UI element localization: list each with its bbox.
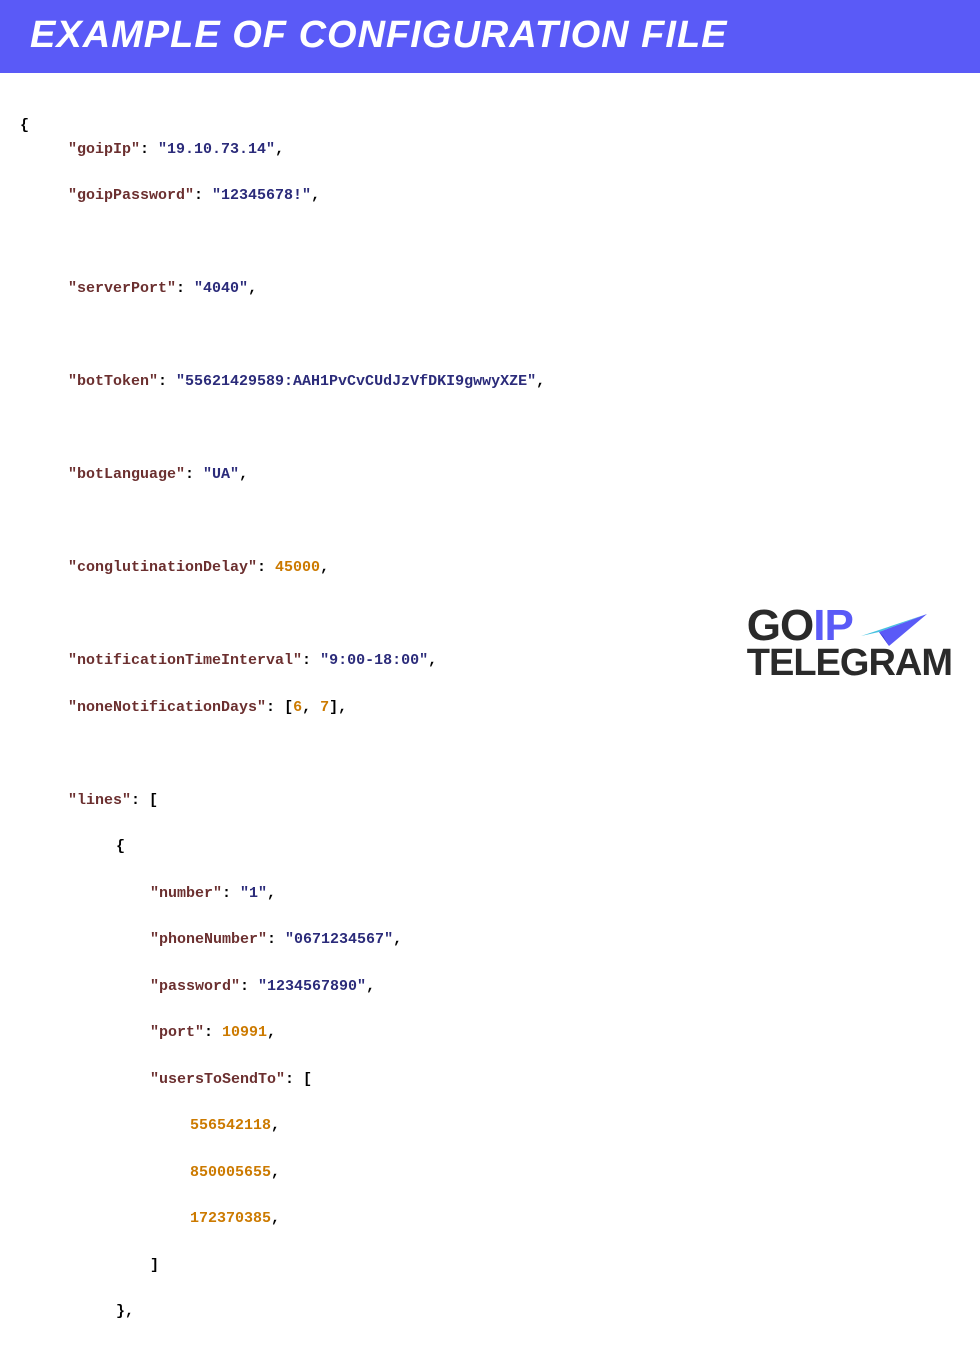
logo-text-telegram: TELEGRAM	[747, 646, 952, 680]
val-botToken: "55621429589:AAH1PvCvCUdJzVfDKI9gwwyXZE"	[176, 373, 536, 390]
val-notificationTimeInterval: "9:00-18:00"	[320, 652, 428, 669]
val-user-0: 556542118	[190, 1117, 271, 1134]
key-line-phoneNumber: "phoneNumber"	[150, 931, 267, 948]
key-lines: "lines"	[68, 792, 131, 809]
key-botToken: "botToken"	[68, 373, 158, 390]
val-noneDay-2: 7	[320, 699, 329, 716]
val-noneDay-1: 6	[293, 699, 302, 716]
val-user-2: 172370385	[190, 1210, 271, 1227]
bracket-open: [	[284, 699, 293, 716]
key-goipPassword: "goipPassword"	[68, 187, 194, 204]
val-line-phoneNumber: "0671234567"	[285, 931, 393, 948]
key-line-password: "password"	[150, 978, 240, 995]
val-goipIp: "19.10.73.14"	[158, 141, 275, 158]
val-line-port: 10991	[222, 1024, 267, 1041]
val-conglutinationDelay: 45000	[275, 559, 320, 576]
bracket-close: ]	[329, 699, 338, 716]
key-line-usersToSendTo: "usersToSendTo"	[150, 1071, 285, 1088]
val-goipPassword: "12345678!"	[212, 187, 311, 204]
key-notificationTimeInterval: "notificationTimeInterval"	[68, 652, 302, 669]
page-title: EXAMPLE OF CONFIGURATION FILE	[0, 0, 980, 73]
key-line-port: "port"	[150, 1024, 204, 1041]
key-line-number: "number"	[150, 885, 222, 902]
brace-open: {	[20, 117, 29, 134]
key-botLanguage: "botLanguage"	[68, 466, 185, 483]
key-noneNotificationDays: "noneNotificationDays"	[68, 699, 266, 716]
paper-plane-icon	[859, 606, 929, 646]
key-goipIp: "goipIp"	[68, 141, 140, 158]
val-user-1: 850005655	[190, 1164, 271, 1181]
logo-goip-telegram: GOIP TELEGRAM	[747, 606, 952, 680]
key-conglutinationDelay: "conglutinationDelay"	[68, 559, 257, 576]
val-line-password: "1234567890"	[258, 978, 366, 995]
key-serverPort: "serverPort"	[68, 280, 176, 297]
val-botLanguage: "UA"	[203, 466, 239, 483]
config-code-block: { "goipIp": "19.10.73.14", "goipPassword…	[0, 73, 980, 1347]
val-serverPort: "4040"	[194, 280, 248, 297]
val-line-number: "1"	[240, 885, 267, 902]
